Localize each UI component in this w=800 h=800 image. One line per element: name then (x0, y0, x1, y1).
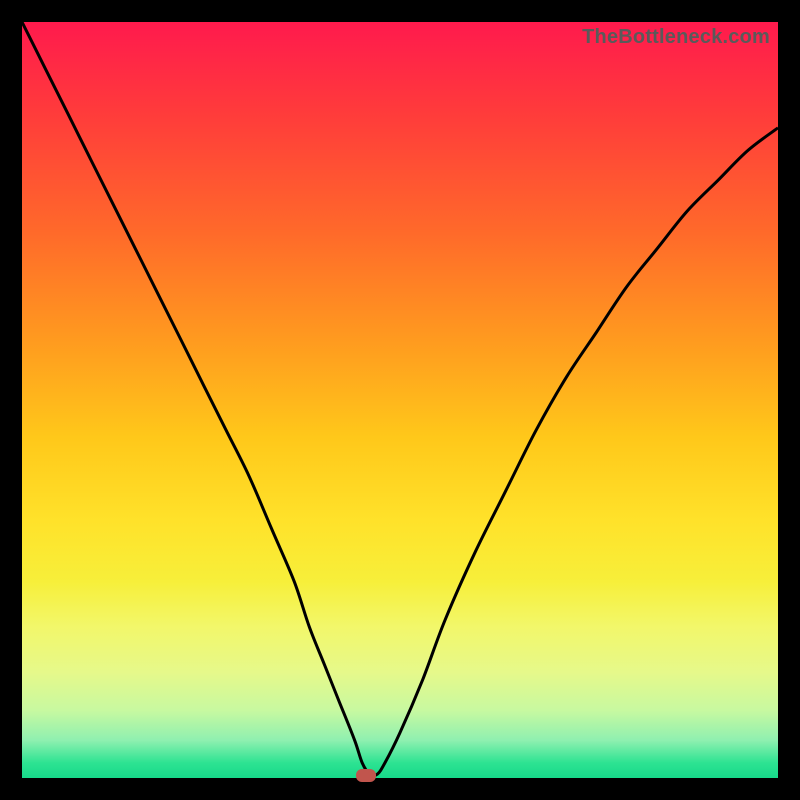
optimal-point-marker (356, 769, 376, 782)
bottleneck-curve (22, 22, 778, 778)
chart-frame: TheBottleneck.com (0, 0, 800, 800)
curve-path (22, 22, 778, 776)
watermark-text: TheBottleneck.com (582, 26, 770, 49)
